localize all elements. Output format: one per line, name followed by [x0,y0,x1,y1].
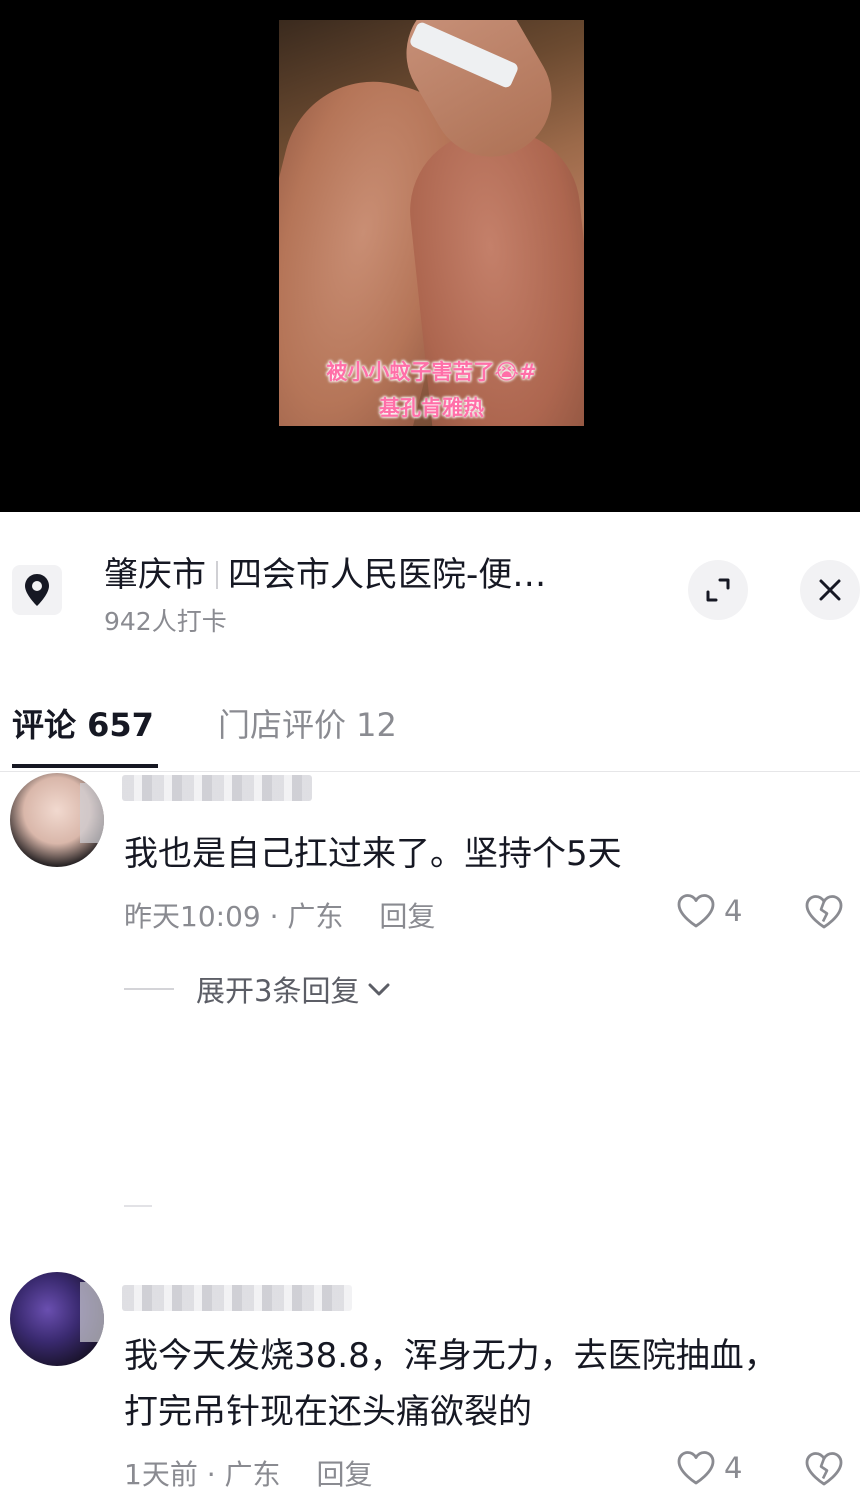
username-blurred[interactable] [122,1285,352,1311]
reply-button[interactable]: 回复 [379,900,435,933]
checkin-count: 942人打卡 [104,607,227,636]
location-pin-icon [12,565,62,615]
avatar[interactable] [10,1272,104,1366]
like-count: 4 [724,894,743,928]
close-icon [819,579,841,601]
broken-heart-icon [805,1452,843,1486]
like-button[interactable]: 4 [676,1450,742,1486]
reply-button[interactable]: 回复 [317,1458,373,1491]
divider [124,1205,152,1207]
like-count: 4 [724,1451,743,1485]
location-city: 肇庆市 [104,555,206,595]
expand-icon [706,578,730,602]
tab-bar: 评论 657 门店评价 12 [0,690,860,772]
comment-time-location: 昨天10:09 · 广东 [124,900,344,933]
divider [216,561,218,589]
avatar[interactable] [10,773,104,867]
tab-store-reviews[interactable]: 门店评价 12 [218,700,397,746]
expand-button[interactable] [688,560,748,620]
chevron-down-icon [368,983,390,996]
comment-meta: 1天前 · 广东 回复 [124,1453,373,1493]
dislike-button[interactable] [804,894,844,934]
comment-time-location: 1天前 · 广东 [124,1458,281,1491]
dislike-button[interactable] [804,1451,844,1491]
expand-replies-label: 展开3条回复 [196,974,360,1008]
close-button[interactable] [800,560,860,620]
comment-text[interactable]: 我今天发烧38.8，浑身无力，去医院抽血，打完吊针现在还头痛欲裂的 [124,1328,804,1440]
video-thumbnail: 被小小蚊子害苦了😭# 基孔肯雅热 [279,20,584,426]
location-place: 四会市人民医院-便… [228,555,547,595]
location-title[interactable]: 肇庆市 四会市人民医院-便… [104,547,546,596]
username-blurred[interactable] [122,775,312,801]
heart-icon [677,1451,715,1485]
expand-replies-button[interactable]: 展开3条回复 [124,968,393,1010]
video-caption-line-1: 被小小蚊子害苦了😭# [326,360,537,384]
video-player[interactable]: 被小小蚊子害苦了😭# 基孔肯雅热 [0,0,860,512]
heart-icon [677,894,715,928]
like-button[interactable]: 4 [676,893,742,929]
comment-meta: 昨天10:09 · 广东 回复 [124,895,435,935]
comment-text[interactable]: 我也是自己扛过来了。坚持个5天 [124,826,622,882]
video-caption-line-2: 基孔肯雅热 [379,396,484,420]
tab-comments[interactable]: 评论 657 [12,700,154,746]
broken-heart-icon [805,895,843,929]
active-tab-indicator [12,764,158,768]
